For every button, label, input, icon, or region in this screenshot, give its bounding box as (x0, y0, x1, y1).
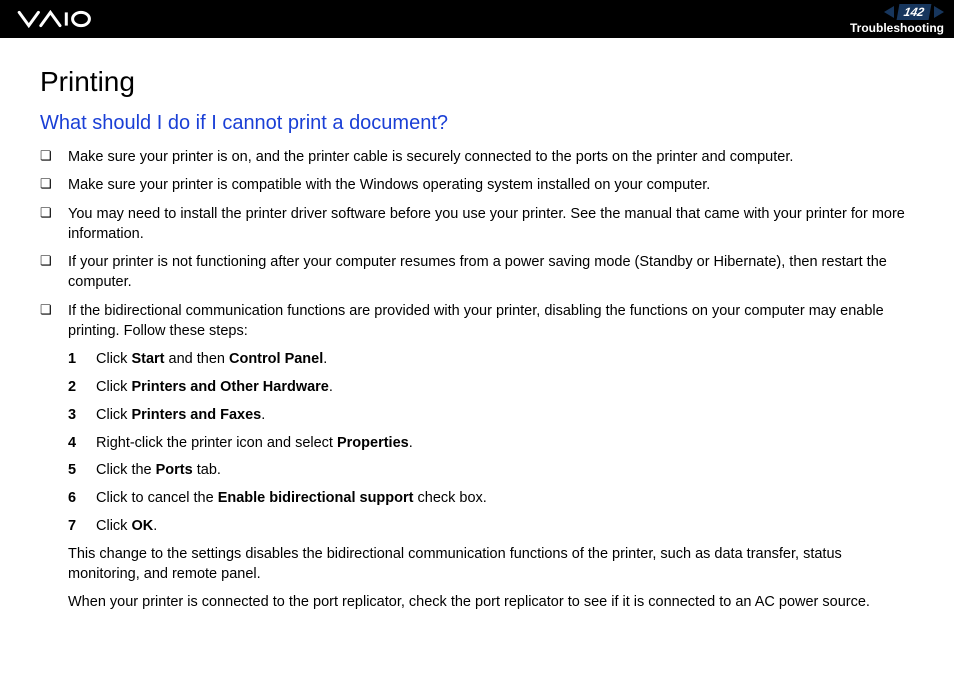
step-text: Click Printers and Other Hardware. (96, 377, 333, 399)
page: 142 Troubleshooting Printing What should… (0, 0, 954, 674)
step-number: 5 (68, 460, 96, 482)
header-right: 142 Troubleshooting (850, 4, 944, 35)
step-item: 4Right-click the printer icon and select… (68, 433, 914, 455)
bullet-item: If the bidirectional communication funct… (40, 301, 914, 342)
page-number: 142 (897, 4, 932, 20)
step-item: 2Click Printers and Other Hardware. (68, 377, 914, 399)
content-area: Printing What should I do if I cannot pr… (0, 38, 954, 674)
step-number: 2 (68, 377, 96, 399)
step-number: 3 (68, 405, 96, 427)
vaio-logo-svg (16, 10, 116, 28)
bullet-item: Make sure your printer is compatible wit… (40, 175, 914, 195)
question-heading: What should I do if I cannot print a doc… (40, 112, 914, 135)
bullet-list: Make sure your printer is on, and the pr… (40, 147, 914, 341)
step-item: 5Click the Ports tab. (68, 460, 914, 482)
step-number: 6 (68, 488, 96, 510)
step-text: Click the Ports tab. (96, 460, 221, 482)
step-item: 1Click Start and then Control Panel. (68, 349, 914, 371)
step-text: Click OK. (96, 516, 157, 538)
step-item: 3Click Printers and Faxes. (68, 405, 914, 427)
step-number: 4 (68, 433, 96, 455)
after-steps-para: When your printer is connected to the po… (68, 592, 914, 612)
page-title: Printing (40, 66, 914, 98)
steps-list: 1Click Start and then Control Panel. 2Cl… (68, 349, 914, 537)
step-item: 7Click OK. (68, 516, 914, 538)
step-number: 7 (68, 516, 96, 538)
next-page-icon[interactable] (934, 6, 944, 18)
section-label: Troubleshooting (850, 21, 944, 35)
header-bar: 142 Troubleshooting (0, 0, 954, 38)
bullet-item: If your printer is not functioning after… (40, 252, 914, 293)
prev-page-icon[interactable] (884, 6, 894, 18)
step-number: 1 (68, 349, 96, 371)
step-text: Click Start and then Control Panel. (96, 349, 327, 371)
step-item: 6Click to cancel the Enable bidirectiona… (68, 488, 914, 510)
step-text: Right-click the printer icon and select … (96, 433, 413, 455)
bullet-item: You may need to install the printer driv… (40, 204, 914, 245)
vaio-logo (16, 10, 116, 28)
bullet-item: Make sure your printer is on, and the pr… (40, 147, 914, 167)
step-text: Click to cancel the Enable bidirectional… (96, 488, 487, 510)
step-text: Click Printers and Faxes. (96, 405, 265, 427)
after-steps-para: This change to the settings disables the… (68, 544, 914, 585)
page-number-nav: 142 (884, 4, 944, 20)
